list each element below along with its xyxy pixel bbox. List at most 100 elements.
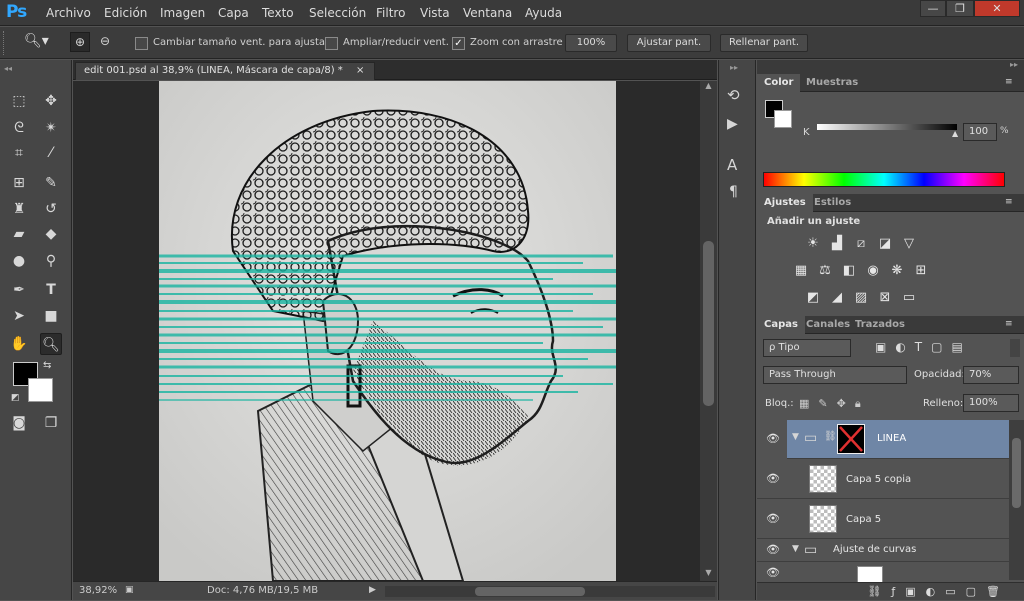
expand-panels-icon[interactable]: ▸▸ — [730, 63, 738, 72]
hue-saturation-icon[interactable]: ▦ — [792, 263, 810, 278]
menu-vista[interactable]: Vista — [420, 6, 450, 20]
background-color-swatch[interactable] — [28, 378, 53, 402]
fill-screen-button[interactable]: Rellenar pant. — [720, 34, 808, 52]
channel-mixer-icon[interactable]: ❋ — [888, 263, 906, 278]
menu-ventana[interactable]: Ventana — [463, 6, 512, 20]
eraser-tool-icon[interactable]: ▰ — [8, 223, 30, 245]
k-value-input[interactable]: 100 — [963, 123, 997, 141]
expand-arrow-icon[interactable]: ▼ — [792, 544, 799, 554]
quick-mask-icon[interactable]: ◙ — [8, 412, 30, 434]
vertical-scrollbar[interactable]: ▲ ▼ — [700, 81, 717, 581]
visibility-eye-icon[interactable]: 👁︎ — [766, 472, 780, 485]
layer-mask-thumbnail[interactable] — [837, 424, 865, 454]
minimize-icon[interactable]: — — [920, 0, 946, 17]
brightness-icon[interactable]: ☀ — [804, 236, 822, 251]
black-white-icon[interactable]: ◧ — [840, 263, 858, 278]
curves-icon[interactable]: ⧄ — [852, 236, 870, 251]
magic-wand-icon[interactable]: ✴ — [40, 117, 62, 139]
menu-seleccion[interactable]: Selección — [309, 6, 366, 20]
zoom-in-icon[interactable]: ⊕ — [70, 32, 90, 52]
layer-thumbnail[interactable] — [809, 505, 837, 533]
tab-color[interactable]: Color — [757, 74, 801, 92]
lock-icons[interactable]: ▦✎✥🔒︎ — [799, 397, 870, 411]
document-tab[interactable]: edit 001.psd al 38,9% (LINEA, Máscara de… — [75, 62, 375, 80]
history-brush-icon[interactable]: ↺ — [40, 198, 62, 220]
paint-bucket-icon[interactable]: ◆ — [40, 223, 62, 245]
photo-filter-icon[interactable]: ◉ — [864, 263, 882, 278]
layer-filter-icons[interactable]: ▣◐T▢▤ — [875, 340, 972, 354]
healing-brush-icon[interactable]: ⊞ — [8, 172, 30, 194]
link-icon[interactable]: ⛓ — [824, 431, 837, 442]
layer-row[interactable]: 👁︎ Capa 5 copia — [757, 460, 1009, 499]
gradient-map-icon[interactable]: ▭ — [900, 290, 918, 305]
pen-tool-icon[interactable]: ✒ — [8, 279, 30, 301]
move-tool-icon[interactable]: ✥ — [40, 90, 62, 112]
color-ramp[interactable] — [763, 172, 1005, 187]
actions-panel-icon[interactable]: ▶ — [727, 116, 738, 132]
layers-panel-menu-icon[interactable]: ≡ — [1005, 319, 1013, 329]
zoom-out-icon[interactable]: ⊖ — [95, 32, 115, 52]
crop-tool-icon[interactable]: ⌗ — [8, 142, 30, 164]
menu-archivo[interactable]: Archivo — [46, 6, 91, 20]
blend-mode-select[interactable]: Pass Through — [763, 366, 907, 384]
expand-arrow-icon[interactable]: ▼ — [792, 432, 799, 442]
fill-input[interactable]: 100% — [963, 394, 1019, 412]
resize-windows-checkbox[interactable] — [135, 37, 148, 50]
marquee-tool-icon[interactable]: ⬚ — [8, 90, 30, 112]
zoom-tool-icon[interactable]: 🔍︎ — [40, 333, 62, 355]
artwork-canvas[interactable] — [73, 81, 700, 581]
exposure-icon[interactable]: ◪ — [876, 236, 894, 251]
visibility-eye-icon[interactable]: 👁︎ — [766, 512, 780, 525]
tab-styles[interactable]: Estilos — [807, 194, 858, 212]
fit-screen-button[interactable]: Ajustar pant. — [627, 34, 711, 52]
scroll-up-icon[interactable]: ▲ — [700, 81, 717, 93]
status-menu-icon[interactable]: ▶ — [369, 585, 376, 595]
swap-colors-icon[interactable]: ⇆ — [43, 360, 51, 371]
tab-swatches[interactable]: Muestras — [799, 74, 865, 92]
actual-pixels-button[interactable]: 100% — [565, 34, 617, 52]
hand-tool-icon[interactable]: ✋ — [8, 333, 30, 355]
layer-filter-select[interactable]: ρ Tipo — [763, 339, 851, 357]
close-window-icon[interactable]: ✕ — [974, 0, 1020, 17]
layers-scrollbar[interactable] — [1009, 420, 1024, 580]
collapse-icon[interactable]: ◂◂ — [4, 64, 12, 73]
layer-row[interactable]: 👁︎ — [757, 563, 1009, 584]
scrollbar-thumb[interactable] — [703, 241, 714, 406]
menu-ayuda[interactable]: Ayuda — [525, 6, 562, 20]
color-background-swatch[interactable] — [774, 110, 792, 128]
horizontal-scrollbar[interactable] — [385, 586, 715, 597]
history-panel-icon[interactable]: ⟲ — [727, 86, 740, 104]
layer-actions-bar[interactable]: ⛓ƒ▣◐▭▢🗑︎ — [757, 582, 1024, 600]
layers-scrollbar-thumb[interactable] — [1012, 438, 1021, 508]
clone-stamp-icon[interactable]: ♜ — [8, 198, 30, 220]
adjust-panel-menu-icon[interactable]: ≡ — [1005, 197, 1013, 207]
vibrance-icon[interactable]: ▽ — [900, 236, 918, 251]
tab-layers[interactable]: Capas — [757, 316, 805, 334]
horizontal-scrollbar-thumb[interactable] — [475, 587, 585, 596]
invert-icon[interactable]: ◩ — [804, 290, 822, 305]
layer-row[interactable]: 👁︎ ▼ ▭ ⛓ LINEA — [757, 420, 1009, 459]
scroll-down-icon[interactable]: ▼ — [700, 568, 717, 580]
zoom-tool-icon[interactable]: 🔍︎▾ — [24, 33, 49, 49]
grip-handle[interactable] — [3, 31, 6, 55]
dodge-tool-icon[interactable]: ⚲ — [40, 250, 62, 272]
layer-row[interactable]: 👁︎ Capa 5 — [757, 500, 1009, 539]
color-lookup-icon[interactable]: ⊞ — [912, 263, 930, 278]
scrubby-zoom-checkbox[interactable]: ✓ — [452, 37, 465, 50]
restore-icon[interactable]: ❐ — [946, 0, 974, 17]
default-colors-icon[interactable]: ◩ — [11, 393, 20, 403]
panel-collapse-icon[interactable]: ▸▸ — [757, 60, 1024, 74]
eyedropper-icon[interactable]: ⁄ — [40, 142, 62, 164]
menu-edicion[interactable]: Edición — [104, 6, 147, 20]
tab-adjustments[interactable]: Ajustes — [757, 194, 813, 212]
color-balance-icon[interactable]: ⚖ — [816, 263, 834, 278]
close-tab-icon[interactable]: × — [356, 65, 364, 76]
zoom-level[interactable]: 38,92% — [79, 585, 117, 596]
lasso-tool-icon[interactable]: ᘓ — [8, 117, 30, 139]
posterize-icon[interactable]: ◢ — [828, 290, 846, 305]
canvas-area[interactable] — [73, 81, 700, 581]
zoom-all-windows-checkbox[interactable] — [325, 37, 338, 50]
paragraph-panel-icon[interactable]: ¶ — [729, 184, 738, 200]
brush-tool-icon[interactable]: ✎ — [40, 172, 62, 194]
k-slider[interactable] — [817, 124, 957, 130]
